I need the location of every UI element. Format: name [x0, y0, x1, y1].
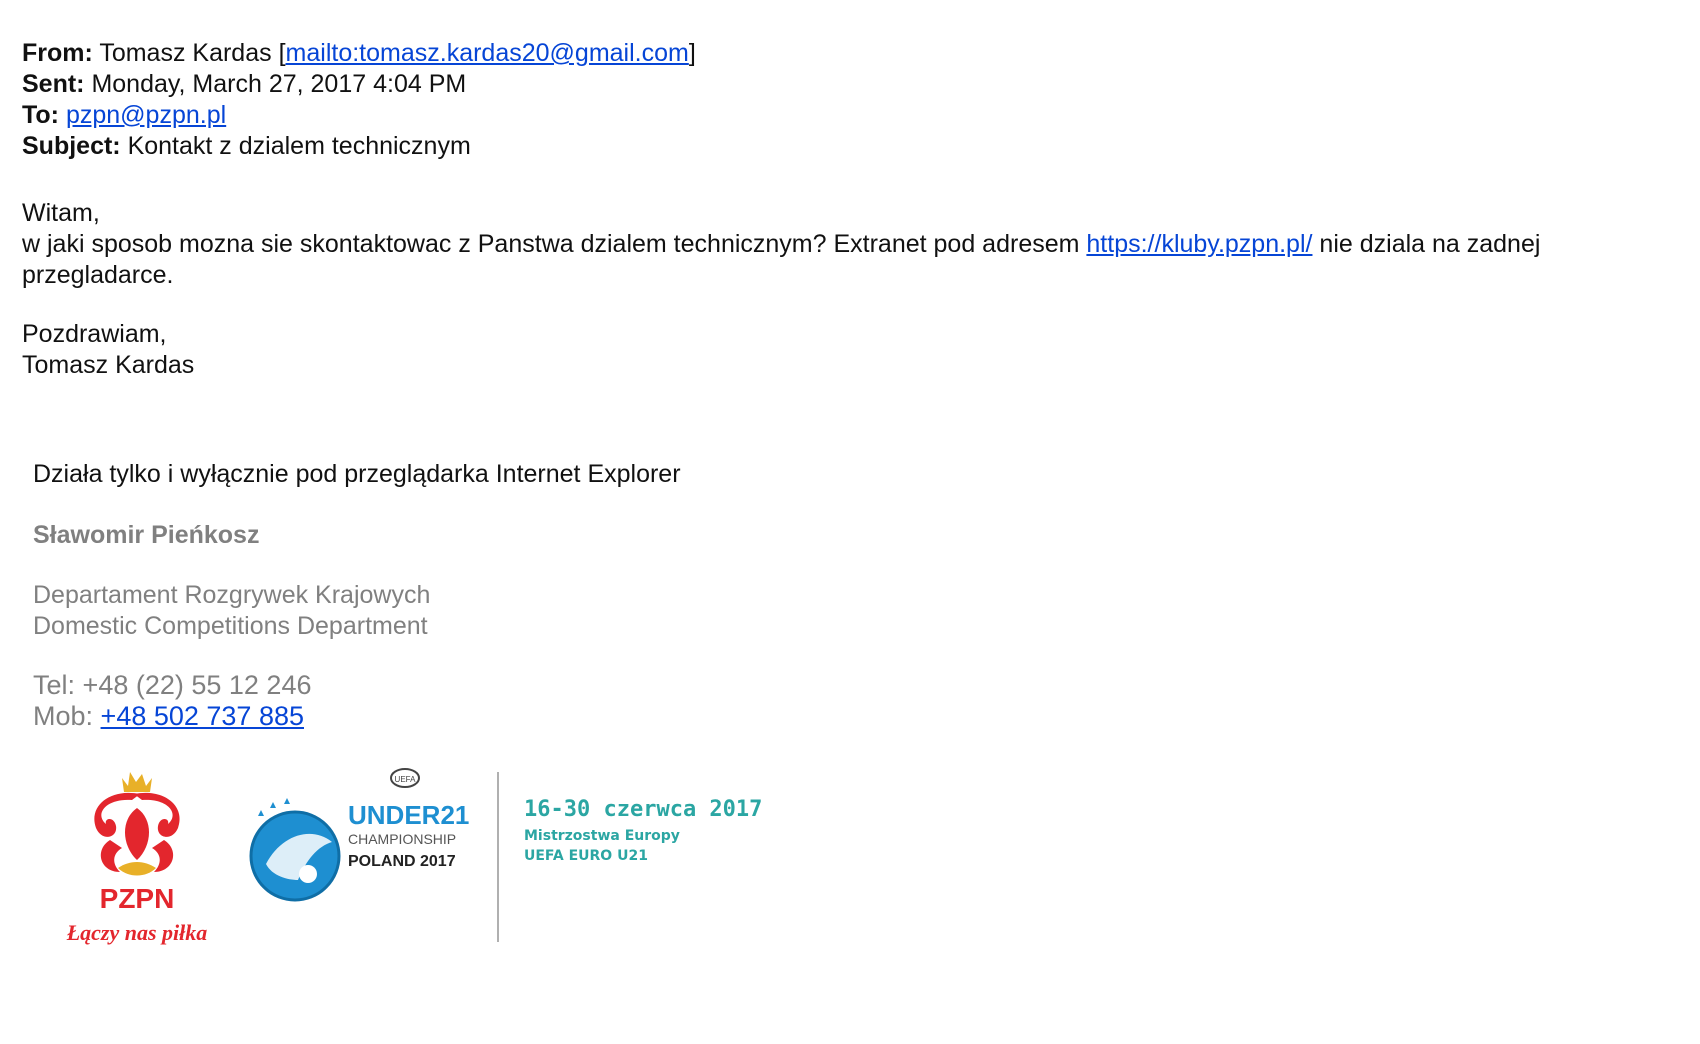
- crown-icon: [122, 772, 152, 792]
- body-text-before-link: w jaki sposob mozna sie skontaktowac z P…: [22, 230, 1080, 258]
- tel-row: Tel: +48 (22) 55 12 246: [33, 670, 311, 701]
- eagle-tail-right-icon: [152, 840, 174, 872]
- u21-championship-label: CHAMPIONSHIP: [348, 831, 456, 847]
- sent-value: Monday, March 27, 2017 4:04 PM: [91, 70, 467, 98]
- reply-signature: Sławomir Pieńkosz Departament Rozgrywek …: [33, 520, 430, 731]
- subject-value: Kontakt z dzialem technicznym: [127, 132, 471, 160]
- body-line-2: przegladarce.: [22, 261, 174, 289]
- eagle-tail-left-icon: [100, 840, 122, 872]
- u21-small-ball-icon: [299, 865, 317, 883]
- body-line-1: w jaki sposob mozna sie skontaktowac z P…: [22, 229, 1662, 260]
- mob-phone-link[interactable]: +48 502 737 885: [101, 701, 304, 731]
- email-signoff: Pozdrawiam, Tomasz Kardas: [22, 319, 194, 381]
- signature-phones: Tel: +48 (22) 55 12 246 Mob: +48 502 737…: [33, 670, 311, 732]
- mob-label: Mob:: [33, 701, 94, 731]
- email-header: From: Tomasz Kardas [mailto:tomasz.karda…: [22, 38, 696, 162]
- euro-title-short: UEFA EURO U21: [524, 848, 648, 864]
- from-row: From: Tomasz Kardas [mailto:tomasz.karda…: [22, 38, 696, 69]
- sent-row: Sent: Monday, March 27, 2017 4:04 PM: [22, 69, 696, 100]
- reply-text: Działa tylko i wyłącznie pod przeglądark…: [33, 460, 681, 488]
- to-label: To:: [22, 101, 60, 129]
- signature-name: Sławomir Pieńkosz: [33, 521, 260, 549]
- to-row: To: pzpn@pzpn.pl: [22, 100, 696, 131]
- from-label: From:: [22, 39, 93, 67]
- email-body: Witam, w jaki sposob mozna sie skontakto…: [22, 198, 1662, 291]
- tel-label: Tel:: [33, 670, 76, 700]
- euro-title-pl: Mistrzostwa Europy: [524, 828, 680, 844]
- bracket-close: ]: [688, 39, 696, 67]
- body-text-after-link: nie dziala na zadnej: [1319, 230, 1541, 258]
- from-mailto-link[interactable]: mailto:tomasz.kardas20@gmail.com: [286, 39, 689, 67]
- signature-logos-banner: PZPN Łączy nas piłka UEFA UNDER21 CHAMPI…: [66, 768, 762, 945]
- euro-u21-dates-block: 16-30 czerwca 2017 Mistrzostwa Europy UE…: [524, 797, 762, 864]
- pzpn-logo: PZPN Łączy nas piłka: [66, 772, 208, 945]
- department-en: Domestic Competitions Department: [33, 612, 428, 640]
- from-name: Tomasz Kardas: [99, 39, 272, 67]
- closing: Pozdrawiam,: [22, 320, 167, 348]
- mob-row: Mob: +48 502 737 885: [33, 701, 311, 732]
- extranet-link[interactable]: https://kluby.pzpn.pl/: [1086, 230, 1312, 258]
- eagle-body-icon: [124, 808, 150, 860]
- pzpn-slogan: Łączy nas piłka: [66, 920, 208, 945]
- to-email-link[interactable]: pzpn@pzpn.pl: [66, 101, 226, 129]
- subject-row: Subject: Kontakt z dzialem technicznym: [22, 131, 696, 162]
- sent-label: Sent:: [22, 70, 85, 98]
- eagle-base-icon: [118, 862, 156, 876]
- subject-label: Subject:: [22, 132, 121, 160]
- euro-dates: 16-30 czerwca 2017: [524, 797, 762, 822]
- tel-value: +48 (22) 55 12 246: [82, 670, 312, 700]
- department-pl: Departament Rozgrywek Krajowych: [33, 581, 431, 609]
- greeting: Witam,: [22, 199, 100, 227]
- pzpn-wordmark: PZPN: [100, 883, 175, 914]
- signature-department: Departament Rozgrywek Krajowych Domestic…: [33, 580, 430, 642]
- u21-title: UNDER21: [348, 800, 469, 830]
- uefa-small-label: UEFA: [395, 775, 417, 784]
- sender-signature: Tomasz Kardas: [22, 351, 195, 379]
- u21-championship-logo: UEFA UNDER21 CHAMPIONSHIP POLAND 2017: [249, 768, 469, 902]
- bracket-open: [: [278, 39, 286, 67]
- u21-poland-label: POLAND 2017: [348, 853, 456, 870]
